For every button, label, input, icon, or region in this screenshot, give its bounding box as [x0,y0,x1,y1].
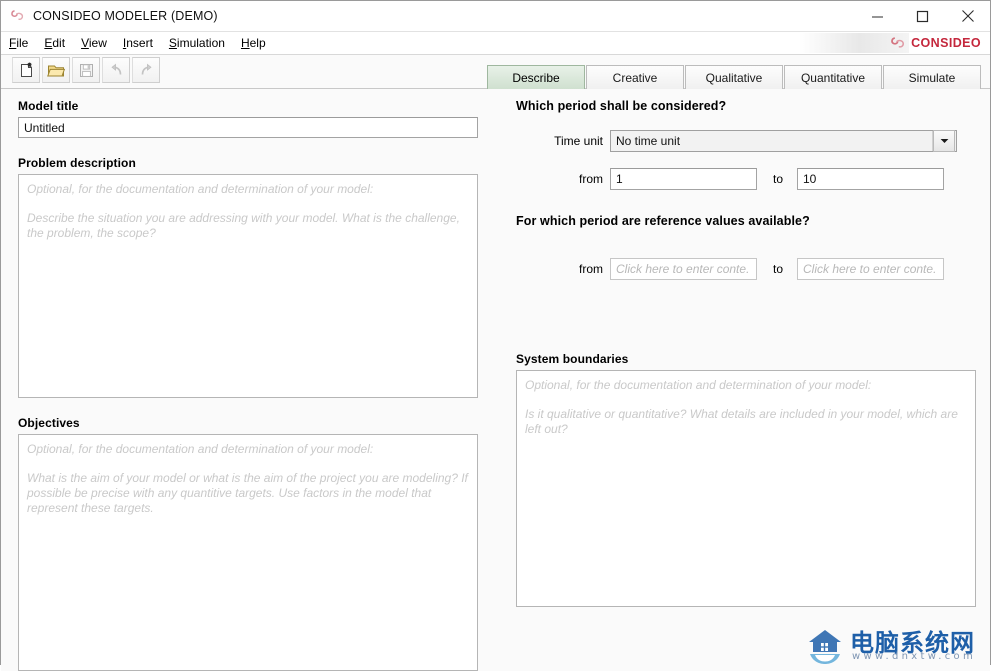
time-unit-select[interactable]: No time unit [610,130,957,152]
reference-from-label: from [579,262,603,276]
window-title: CONSIDEO MODELER (DEMO) [33,9,218,23]
time-unit-row: Time unit No time unit [516,130,976,152]
toolbar-row: Describe Creative Qualitative Quantitati… [1,55,990,89]
brand-name: CONSIDEO [911,36,981,50]
reference-from-input[interactable]: Click here to enter conte. [610,258,757,280]
reference-section-heading: For which period are reference values av… [516,214,810,228]
tab-strip: Describe Creative Qualitative Quantitati… [487,65,982,89]
tab-qualitative[interactable]: Qualitative [685,65,783,89]
maximize-button[interactable] [900,1,945,31]
tab-simulate[interactable]: Simulate [883,65,981,89]
application-window: CONSIDEO MODELER (DEMO) File Edit View I… [0,0,991,671]
minimize-button[interactable] [855,1,900,31]
placeholder-line: Optional, for the documentation and dete… [27,442,374,456]
system-boundaries-textarea[interactable]: Optional, for the documentation and dete… [516,370,976,607]
menu-item-simulation[interactable]: Simulation [161,33,233,54]
period-section-heading: Which period shall be considered? [516,99,727,113]
period-to-input[interactable] [797,168,944,190]
consideo-swirl-icon [890,35,907,51]
redo-button [132,57,160,83]
describe-panel: Model title Problem description Optional… [1,89,990,671]
model-title-input[interactable] [18,117,478,138]
menu-item-file[interactable]: File [1,33,36,54]
placeholder-line: Optional, for the documentation and dete… [525,378,872,392]
reference-from-placeholder: Click here to enter conte. [616,262,750,276]
chevron-down-icon[interactable] [933,130,955,152]
consideo-brand-logo: CONSIDEO [890,33,984,53]
system-boundaries-label: System boundaries [516,352,629,366]
reference-to-input[interactable]: Click here to enter conte. [797,258,944,280]
time-unit-label: Time unit [554,134,603,148]
problem-description-textarea[interactable]: Optional, for the documentation and dete… [18,174,478,398]
placeholder-line: What is the aim of your model or what is… [27,471,468,515]
right-column: Which period shall be considered? Time u… [501,99,990,671]
window-controls [855,1,990,31]
placeholder-line: Describe the situation you are addressin… [27,211,460,240]
tab-creative[interactable]: Creative [586,65,684,89]
tab-describe[interactable]: Describe [487,65,585,89]
placeholder-line: Optional, for the documentation and dete… [27,182,374,196]
title-bar: CONSIDEO MODELER (DEMO) [1,1,990,32]
reference-from-to-row: from Click here to enter conte. to Click… [516,258,976,280]
reference-to-label: to [772,262,783,276]
close-button[interactable] [945,1,990,31]
time-unit-value: No time unit [611,131,933,151]
objectives-textarea[interactable]: Optional, for the documentation and dete… [18,434,478,671]
open-model-button[interactable] [42,57,70,83]
consideo-swirl-icon [10,8,26,24]
period-to-label: to [772,172,783,186]
tab-quantitative[interactable]: Quantitative [784,65,882,89]
model-title-label: Model title [18,99,79,113]
undo-button [102,57,130,83]
new-model-button[interactable] [12,57,40,83]
menu-item-view[interactable]: View [73,33,115,54]
period-from-label: from [579,172,603,186]
menu-item-insert[interactable]: Insert [115,33,161,54]
left-column: Model title Problem description Optional… [1,99,501,671]
period-from-to-row: from to [516,168,976,190]
toolbar [12,57,162,83]
reference-to-placeholder: Click here to enter conte. [803,262,937,276]
placeholder-line: Is it qualitative or quantitative? What … [525,407,958,436]
period-from-input[interactable] [610,168,757,190]
menu-item-edit[interactable]: Edit [36,33,73,54]
menu-item-help[interactable]: Help [233,33,274,54]
menu-bar: File Edit View Insert Simulation Help CO… [1,32,990,55]
save-model-button [72,57,100,83]
objectives-label: Objectives [18,416,80,430]
problem-description-label: Problem description [18,156,136,170]
